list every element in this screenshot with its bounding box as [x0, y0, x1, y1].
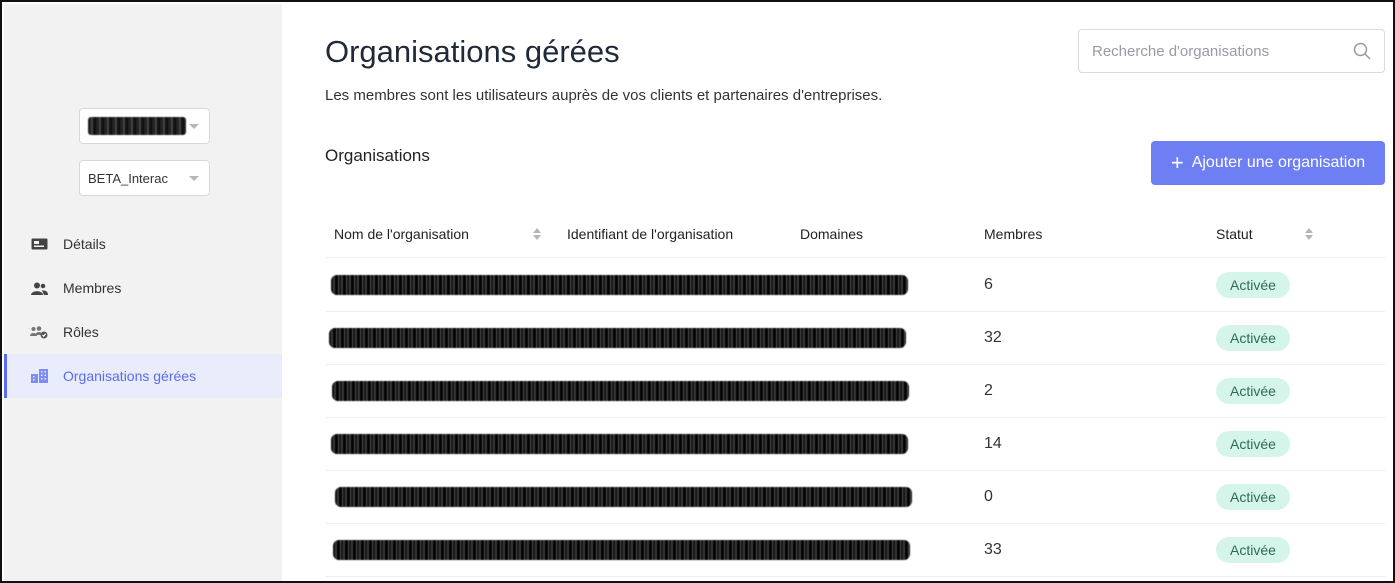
plus-icon: +: [1170, 150, 1184, 175]
column-header-label: Domaines: [800, 226, 864, 242]
members-count: 2: [984, 382, 993, 399]
status-badge: Activée: [1216, 484, 1290, 510]
column-header-label: Nom de l'organisation: [334, 226, 469, 242]
redacted-row-content: [333, 540, 910, 560]
search-box[interactable]: [1078, 29, 1385, 73]
column-header-name[interactable]: Nom de l'organisation: [334, 226, 541, 242]
sidebar-item-label: Organisations gérées: [63, 368, 197, 384]
status-badge: Activée: [1216, 325, 1290, 351]
sidebar-nav: Détails Membres Rôles Organisations géré…: [4, 222, 282, 398]
page-subtitle: Les membres sont les utilisateurs auprès…: [325, 87, 883, 104]
column-header-members: Membres: [984, 226, 1042, 242]
status-badge: Activée: [1216, 272, 1290, 298]
chevron-down-icon: [189, 124, 199, 129]
table-row[interactable]: 2 Activée: [325, 365, 1385, 418]
members-count: 6: [984, 276, 993, 293]
redacted-row-content: [335, 487, 912, 507]
add-organization-button[interactable]: + Ajouter une organisation: [1151, 141, 1385, 185]
members-count: 32: [984, 329, 1002, 346]
sidebar-item-label: Détails: [63, 236, 106, 252]
section-title: Organisations: [325, 146, 430, 165]
status-badge: Activée: [1216, 431, 1290, 457]
environment-select-value: BETA_Interac: [88, 170, 168, 186]
status-badge: Activée: [1216, 537, 1290, 563]
sidebar-item-details[interactable]: Détails: [4, 222, 282, 266]
redacted-row-content: [329, 328, 906, 348]
table-row[interactable]: 32 Activée: [325, 312, 1385, 365]
search-input[interactable]: [1092, 42, 1332, 60]
table-row[interactable]: 14 Activée: [325, 418, 1385, 471]
environment-select[interactable]: BETA_Interac: [79, 160, 210, 196]
building-icon: [30, 369, 48, 383]
chevron-down-icon: [189, 176, 199, 181]
column-header-identifier: Identifiant de l'organisation: [567, 226, 733, 242]
status-badge: Activée: [1216, 378, 1290, 404]
column-header-status[interactable]: Statut: [1216, 226, 1313, 242]
table-row[interactable]: 6 Activée: [325, 259, 1385, 312]
members-count: 14: [984, 435, 1002, 452]
sort-icon[interactable]: [1304, 227, 1313, 241]
sidebar-item-members[interactable]: Membres: [4, 266, 282, 310]
id-card-icon: [30, 237, 48, 251]
sidebar-item-roles[interactable]: Rôles: [4, 310, 282, 354]
sidebar-item-label: Rôles: [63, 324, 99, 340]
redacted-row-content: [331, 434, 908, 454]
add-organization-label: Ajouter une organisation: [1191, 154, 1366, 171]
sort-icon[interactable]: [532, 227, 541, 241]
column-header-domains: Domaines: [800, 226, 863, 242]
redacted-row-content: [332, 381, 909, 401]
app-window: BETA_Interac Détails Membres Rôles Organ…: [0, 0, 1395, 583]
page-title: Organisations gérées: [325, 34, 620, 69]
tenant-select[interactable]: [79, 108, 210, 144]
table-row[interactable]: 33 Activée: [325, 524, 1385, 577]
sidebar-item-managed-organizations[interactable]: Organisations gérées: [4, 354, 282, 398]
table-row[interactable]: 0 Activée: [325, 471, 1385, 524]
table-header: Nom de l'organisation Identifiant de l'o…: [325, 216, 1385, 258]
sidebar: BETA_Interac Détails Membres Rôles Organ…: [4, 4, 282, 581]
main-content: Organisations gérées Les membres sont le…: [282, 4, 1393, 581]
sidebar-item-label: Membres: [63, 280, 122, 296]
column-header-label: Statut: [1216, 226, 1253, 242]
redacted-row-content: [331, 275, 908, 295]
table-body: 6 Activée 32 Activée 2 Activée 14 Activé…: [325, 259, 1385, 577]
column-header-label: Membres: [984, 226, 1043, 242]
redacted-tenant-name: [88, 117, 186, 135]
members-count: 0: [984, 488, 993, 505]
column-header-label: Identifiant de l'organisation: [567, 226, 734, 242]
search-icon[interactable]: [1353, 42, 1371, 60]
roles-icon: [30, 325, 48, 339]
members-count: 33: [984, 541, 1002, 558]
users-icon: [30, 281, 48, 295]
